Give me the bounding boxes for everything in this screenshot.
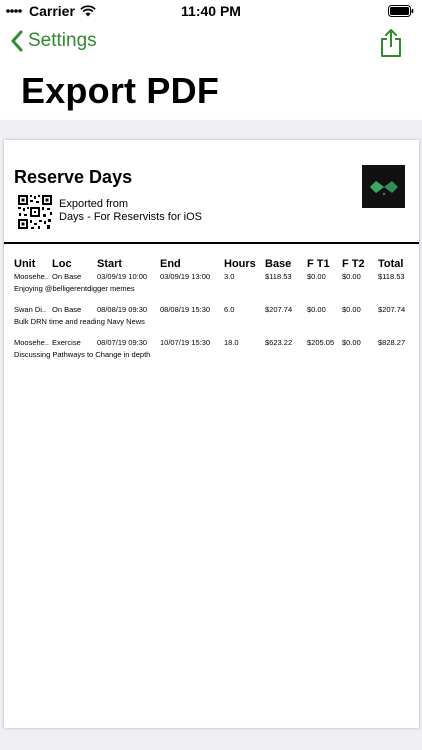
- col-end: End: [160, 258, 181, 270]
- qr-code-icon: [17, 194, 53, 230]
- cell-start: 08/07/19 09:30: [97, 338, 148, 347]
- row-description: Bulk DRN time and reading Navy News: [14, 317, 145, 326]
- cell-ft2: $0.00: [342, 305, 361, 314]
- cell-unit: Moosehe..: [14, 272, 50, 281]
- table-row: Moosehe.. Exercise 08/07/19 09:30 10/07/…: [4, 338, 419, 368]
- cell-hours: 3.0: [224, 272, 235, 281]
- col-total: Total: [378, 258, 404, 270]
- cell-loc: On Base: [52, 272, 82, 281]
- col-hours: Hours: [224, 258, 256, 270]
- cell-ft2: $0.00: [342, 338, 361, 347]
- cell-ft2: $0.00: [342, 272, 361, 281]
- col-start: Start: [97, 258, 123, 270]
- cell-unit: Moosehe..: [14, 338, 50, 347]
- cell-total: $118.53: [378, 272, 405, 281]
- cell-hours: 18.0: [224, 338, 239, 347]
- header-divider: [4, 242, 419, 244]
- battery-icon: [388, 4, 414, 20]
- cell-base: $623.22: [265, 338, 293, 347]
- row-description: Discussing Pathways to Change in depth: [14, 350, 151, 359]
- export-info: Exported from Days - For Reservists for …: [59, 198, 202, 224]
- col-ft2: F T2: [342, 258, 365, 270]
- table-header: Unit Loc Start End Hours Base F T1 F T2 …: [4, 258, 419, 272]
- col-base: Base: [265, 258, 292, 270]
- back-label: Settings: [28, 30, 97, 51]
- row-description: Enjoying @belligerentdigger memes: [14, 284, 135, 293]
- cell-loc: Exercise: [52, 338, 81, 347]
- nav-bar: Settings: [0, 26, 422, 66]
- share-icon: [381, 29, 401, 57]
- cell-base: $118.53: [265, 272, 292, 281]
- status-bar: Carrier 11:40 PM: [0, 0, 422, 22]
- back-button[interactable]: Settings: [10, 30, 97, 52]
- cell-base: $207.74: [265, 305, 293, 314]
- share-button[interactable]: [380, 28, 402, 63]
- chevron-left-icon: [11, 30, 23, 52]
- cell-start: 08/08/19 09:30: [97, 305, 148, 314]
- cell-total: $828.27: [378, 338, 406, 347]
- cell-hours: 6.0: [224, 305, 235, 314]
- cell-end: 03/09/19 13:00: [160, 272, 211, 281]
- document-title: Reserve Days: [14, 167, 133, 187]
- status-time: 11:40 PM: [181, 3, 241, 19]
- table-row: Swan Di.. On Base 08/08/19 09:30 08/08/1…: [4, 305, 419, 335]
- cell-ft1: $205.05: [307, 338, 335, 347]
- cell-loc: On Base: [52, 305, 82, 314]
- pdf-preview-page: Reserve Days Exported from Days - For Re…: [4, 140, 419, 728]
- cell-ft1: $0.00: [307, 272, 326, 281]
- cell-total: $207.74: [378, 305, 406, 314]
- cell-end: 10/07/19 15:30: [160, 338, 211, 347]
- export-line-1: Exported from: [59, 198, 129, 210]
- table-row: Moosehe.. On Base 03/09/19 10:00 03/09/1…: [4, 272, 419, 302]
- col-ft1: F T1: [307, 258, 330, 270]
- col-loc: Loc: [52, 258, 72, 270]
- app-logo-icon: [362, 165, 405, 208]
- cell-ft1: $0.00: [307, 305, 326, 314]
- page-title: Export PDF: [21, 70, 220, 111]
- cell-unit: Swan Di..: [14, 305, 47, 314]
- col-unit: Unit: [14, 258, 36, 270]
- cell-start: 03/09/19 10:00: [97, 272, 148, 281]
- cell-end: 08/08/19 15:30: [160, 305, 211, 314]
- export-line-2: Days - For Reservists for iOS: [59, 211, 203, 223]
